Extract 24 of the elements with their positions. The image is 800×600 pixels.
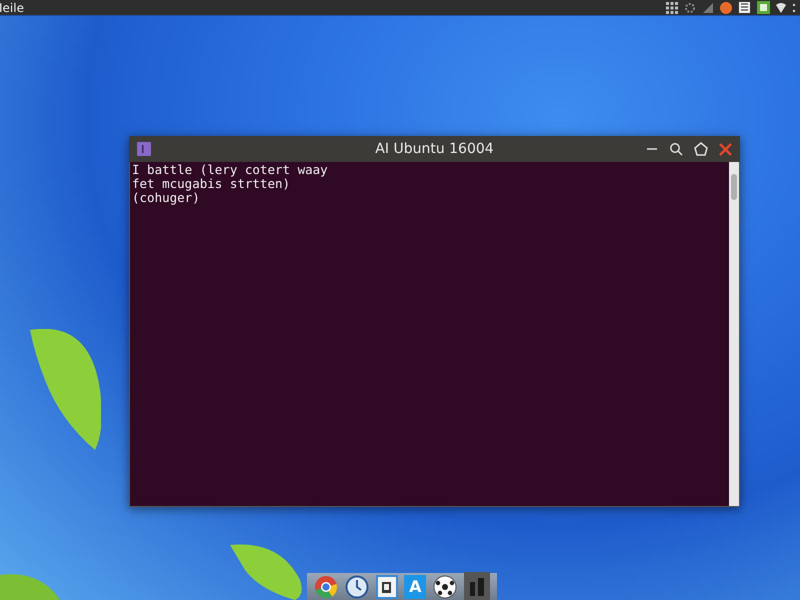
soccer-ball-icon[interactable] [432, 574, 457, 598]
terminal-icon [137, 142, 151, 156]
terminal-line: I battle (lery cotert waay [132, 163, 329, 177]
window-title: AI Ubuntu 16004 [375, 141, 494, 157]
search-icon[interactable] [669, 142, 683, 156]
app-tile[interactable]: A [404, 574, 426, 598]
clock-icon[interactable] [344, 574, 369, 598]
notification-icon[interactable] [720, 2, 732, 14]
terminal-line: fet mcugabis strtten) [132, 177, 292, 191]
more-icon[interactable] [792, 2, 796, 14]
app-title: Ieile [0, 0, 24, 14]
app-icon[interactable] [757, 1, 770, 14]
leaf-drawing [0, 572, 60, 600]
close-icon[interactable] [719, 142, 732, 156]
wifi-icon[interactable] [776, 2, 786, 14]
document-icon[interactable] [376, 574, 398, 598]
browser-icon[interactable] [314, 574, 338, 598]
scrollbar[interactable] [729, 162, 739, 506]
grid-icon[interactable] [666, 2, 678, 14]
dark-app-icon[interactable] [464, 572, 490, 600]
terminal-line: (cohuger) [132, 191, 200, 205]
signal-icon[interactable] [702, 2, 714, 14]
scrollbar-thumb[interactable] [731, 174, 737, 200]
document-icon[interactable] [738, 1, 751, 14]
